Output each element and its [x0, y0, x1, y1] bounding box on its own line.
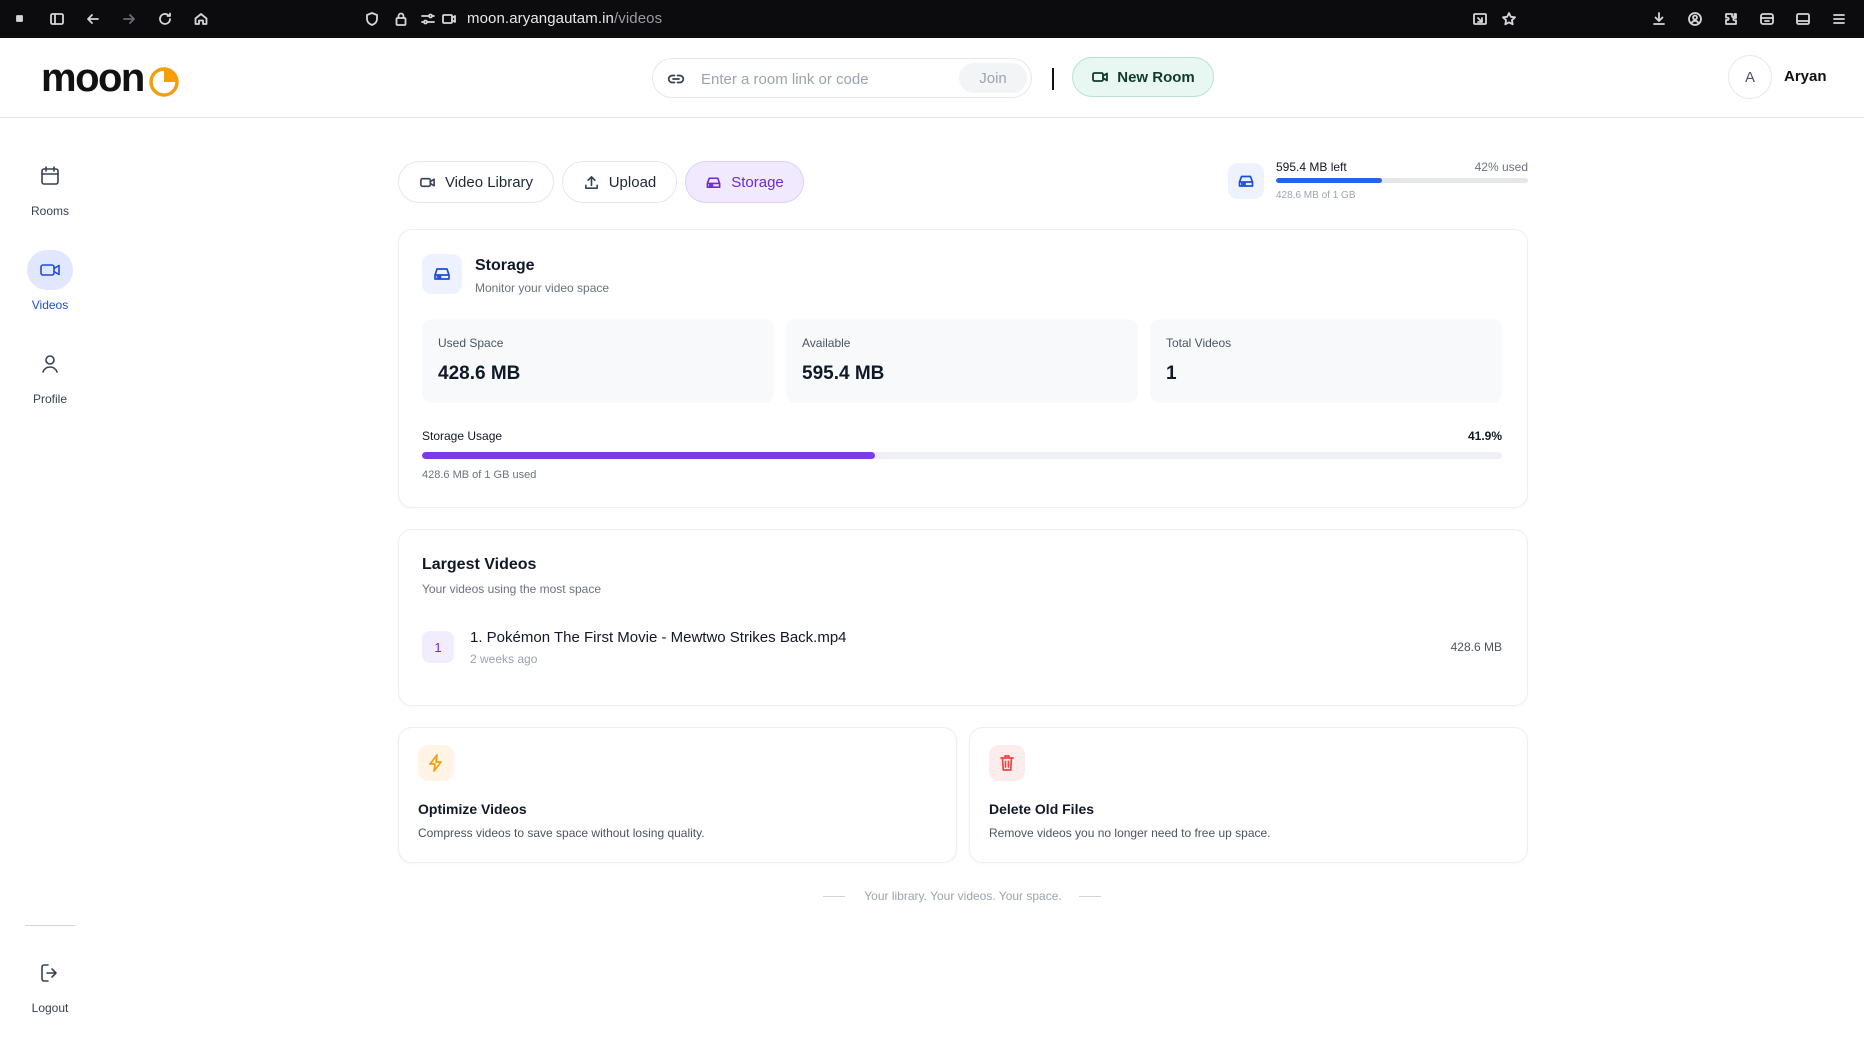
usage-progress-bar: [422, 452, 1502, 459]
footer-tagline: Your library. Your videos. Your space.: [864, 889, 1062, 903]
bookmark-star-icon[interactable]: [1499, 9, 1519, 29]
tab-upload[interactable]: Upload: [562, 161, 677, 203]
container-icon[interactable]: [1757, 9, 1777, 29]
delete-old-files-card[interactable]: [969, 727, 1528, 863]
back-icon[interactable]: [83, 9, 103, 29]
sidebar-item-label: Rooms: [30, 204, 69, 218]
optimize-videos-text: Compress videos to save space without lo…: [418, 826, 705, 840]
avatar[interactable]: A: [1728, 55, 1772, 99]
drive-icon: [706, 176, 721, 188]
user-icon: [27, 344, 73, 384]
largest-videos-card: [398, 529, 1528, 706]
stat-label: Used Space: [438, 336, 504, 350]
video-rank-badge: 1: [422, 631, 454, 663]
video-name[interactable]: 1. Pokémon The First Movie - Mewtwo Stri…: [470, 629, 847, 646]
tab-label: Storage: [731, 173, 784, 191]
stat-value: 1: [1166, 363, 1177, 384]
extensions-icon[interactable]: [1721, 9, 1741, 29]
permissions-icon[interactable]: [418, 9, 438, 29]
sidebar-item-label: Profile: [32, 392, 67, 406]
logout-label: Logout: [31, 1001, 69, 1015]
reload-icon[interactable]: [155, 9, 175, 29]
sidebar-panel-icon[interactable]: [1793, 9, 1813, 29]
video-time: 2 weeks ago: [470, 652, 538, 666]
app-header: moon Join New Room A Aryan: [0, 38, 1864, 118]
sidebar-item-profile[interactable]: Profile: [0, 344, 100, 406]
stat-total-videos: Total Videos 1: [1150, 319, 1502, 403]
camera-permission-icon[interactable]: [439, 9, 459, 29]
logo[interactable]: moon: [41, 56, 180, 101]
sidebar-item-rooms[interactable]: Rooms: [0, 156, 100, 218]
sidebar: Rooms Videos Profile Logout: [0, 119, 100, 1049]
forward-icon[interactable]: [119, 9, 139, 29]
tab-label: Upload: [608, 173, 657, 191]
sidebar-toggle-icon[interactable]: [47, 9, 67, 29]
storage-used-percent: 42% used: [1474, 160, 1528, 174]
video-camera-icon: [1092, 72, 1109, 82]
stat-available: Available 595.4 MB: [786, 319, 1138, 403]
shield-icon[interactable]: [362, 9, 382, 29]
room-code-input[interactable]: [701, 67, 951, 91]
bolt-icon: [418, 745, 454, 781]
address-bar[interactable]: moon.aryangautam.in/videos: [467, 10, 662, 27]
tab-menu-icon[interactable]: [10, 9, 30, 29]
new-room-label: New Room: [1117, 68, 1195, 86]
join-button[interactable]: Join: [959, 63, 1027, 93]
header-divider: [1052, 68, 1054, 90]
storage-mini-progress: [1276, 178, 1528, 183]
tab-storage[interactable]: Storage: [685, 161, 804, 203]
user-name[interactable]: Aryan: [1784, 68, 1827, 85]
stat-value: 428.6 MB: [438, 363, 521, 384]
video-icon: [27, 250, 73, 290]
browser-toolbar: moon.aryangautam.in/videos: [0, 0, 1864, 38]
url-path: /videos: [614, 10, 663, 27]
stat-used-space: Used Space 428.6 MB: [422, 319, 774, 403]
app-menu-icon[interactable]: [1829, 9, 1849, 29]
sidebar-item-videos[interactable]: Videos: [0, 250, 100, 312]
link-icon: [667, 74, 685, 84]
usage-subtext: 428.6 MB of 1 GB used: [422, 469, 537, 481]
upload-icon: [584, 175, 598, 189]
usage-percent: 41.9%: [1467, 429, 1502, 443]
video-icon: [420, 177, 435, 187]
trash-icon: [989, 745, 1025, 781]
downloads-icon[interactable]: [1649, 9, 1669, 29]
tab-video-library[interactable]: Video Library: [398, 161, 554, 203]
logo-text: moon: [41, 56, 145, 100]
new-room-button[interactable]: New Room: [1072, 57, 1214, 97]
stat-value: 595.4 MB: [802, 363, 885, 384]
largest-videos-subtitle: Your videos using the most space: [422, 582, 601, 596]
usage-progress-fill: [422, 452, 875, 459]
storage-left-text: 595.4 MB left: [1276, 160, 1347, 174]
join-room-bar: Join: [652, 58, 1032, 98]
largest-videos-title: Largest Videos: [422, 556, 537, 573]
url-host: moon.aryangautam.in: [467, 10, 614, 27]
moon-logo-icon: [149, 66, 179, 97]
lock-icon[interactable]: [391, 9, 411, 29]
video-size: 428.6 MB: [1450, 640, 1502, 654]
optimize-videos-title: Optimize Videos: [418, 801, 527, 817]
optimize-videos-card[interactable]: [398, 727, 957, 863]
delete-old-files-title: Delete Old Files: [989, 801, 1095, 817]
footer-divider-right: [1079, 896, 1101, 897]
tab-label: Video Library: [444, 173, 534, 191]
drive-icon: [1228, 163, 1264, 199]
storage-mini-progress-fill: [1276, 178, 1382, 183]
storage-card-subtitle: Monitor your video space: [475, 281, 610, 295]
usage-label: Storage Usage: [422, 429, 503, 443]
logout-button[interactable]: Logout: [0, 953, 100, 1015]
account-icon[interactable]: [1685, 9, 1705, 29]
storage-card-title: Storage: [475, 257, 535, 274]
stat-label: Available: [802, 336, 851, 350]
home-icon[interactable]: [191, 9, 211, 29]
delete-old-files-text: Remove videos you no longer need to free…: [989, 826, 1271, 840]
sidebar-divider: [25, 925, 75, 926]
storage-mini-subtext: 428.6 MB of 1 GB: [1276, 190, 1356, 201]
drive-icon: [422, 254, 462, 294]
sidebar-item-label: Videos: [31, 298, 69, 312]
stat-label: Total Videos: [1166, 336, 1232, 350]
logout-icon: [27, 953, 73, 993]
calendar-icon: [27, 156, 73, 196]
picture-in-picture-icon[interactable]: [1470, 9, 1490, 29]
